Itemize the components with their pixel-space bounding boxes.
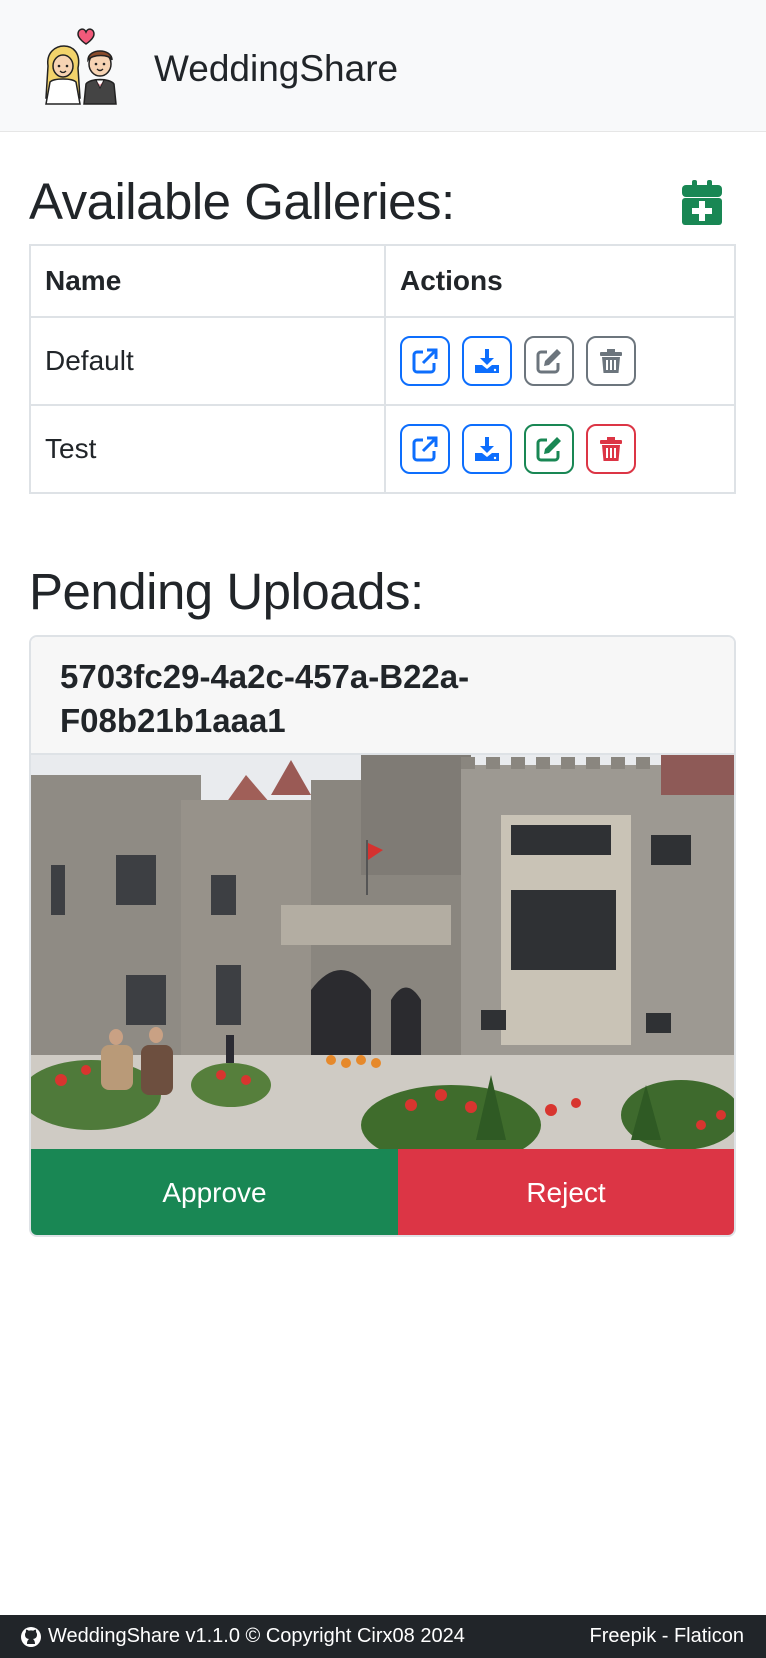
navbar: WeddingShare [0,0,766,132]
external-link-icon [412,348,438,374]
galleries-title: Available Galleries: [29,173,455,230]
table-header-row: Name Actions [29,244,736,318]
edit-gallery-button[interactable] [524,424,574,474]
column-header-name: Name [29,244,386,318]
footer: WeddingShare v1.1.0 © Copyright Cirx08 2… [0,1615,766,1658]
column-header-actions: Actions [384,244,736,318]
approve-button[interactable]: Approve [31,1149,398,1235]
pending-uploads-title: Pending Uploads: [29,563,424,620]
footer-attribution[interactable]: Freepik - Flaticon [590,1625,745,1648]
edit-icon [536,349,561,374]
external-link-icon [412,436,438,462]
pending-upload-card: 5703fc29-4a2c-457a-B22a-F08b21b1aaa1 App… [29,635,736,1237]
reject-button[interactable]: Reject [398,1149,734,1235]
galleries-table: Name Actions Default Test [29,244,736,494]
download-icon [475,349,499,373]
open-gallery-button[interactable] [400,336,450,386]
trash-icon [600,349,622,373]
upload-id: 5703fc29-4a2c-457a-B22a-F08b21b1aaa1 [60,658,470,739]
trash-icon [600,437,622,461]
table-row: Test [29,404,736,494]
bride-groom-logo-icon[interactable] [40,26,126,106]
table-row: Default [29,316,736,406]
footer-copyright: WeddingShare v1.1.0 © Copyright Cirx08 2… [48,1625,465,1647]
add-gallery-button[interactable] [680,180,724,226]
castle-courtyard-photo[interactable] [31,755,734,1149]
delete-gallery-button[interactable] [586,424,636,474]
gallery-name: Default [29,316,386,406]
gallery-name: Test [29,404,386,494]
brand-name[interactable]: WeddingShare [154,47,398,91]
github-icon [21,1626,41,1647]
delete-gallery-button[interactable] [586,336,636,386]
open-gallery-button[interactable] [400,424,450,474]
gallery-actions [384,316,736,406]
download-gallery-button[interactable] [462,424,512,474]
download-gallery-button[interactable] [462,336,512,386]
gallery-actions [384,404,736,494]
edit-icon [536,437,561,462]
footer-left[interactable]: WeddingShare v1.1.0 © Copyright Cirx08 2… [20,1625,465,1648]
calendar-plus-icon [682,180,722,225]
download-icon [475,437,499,461]
card-header: 5703fc29-4a2c-457a-B22a-F08b21b1aaa1 [31,637,734,755]
edit-gallery-button[interactable] [524,336,574,386]
